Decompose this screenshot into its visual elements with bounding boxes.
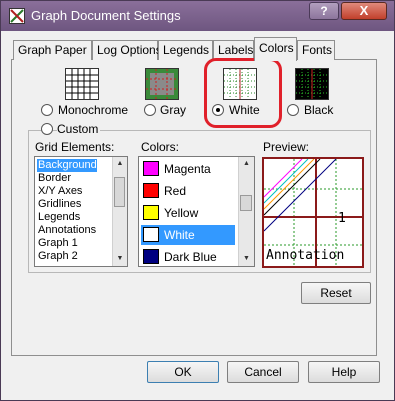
color-swatch [143, 205, 159, 220]
tab-fonts[interactable]: Fonts [297, 40, 335, 60]
grid-elements-scroll-thumb[interactable] [114, 177, 125, 207]
tab-colors[interactable]: Colors [254, 37, 297, 61]
monochrome-radio[interactable] [41, 104, 53, 116]
colors-label: Colors: [141, 140, 180, 154]
grid-element-gridlines[interactable]: Gridlines [37, 198, 81, 211]
cancel-button[interactable]: Cancel [227, 361, 299, 383]
color-item-dark-blue[interactable]: Dark Blue [141, 247, 235, 266]
color-name: Red [164, 184, 187, 198]
colors-list[interactable]: Magenta Red Yellow White Dark Blue ▲ ▼ [138, 156, 255, 267]
black-grid-icon[interactable] [295, 68, 329, 100]
color-name: Yellow [164, 206, 199, 220]
color-swatch [143, 249, 159, 264]
grid-element-graph-1[interactable]: Graph 1 [37, 237, 78, 250]
color-swatch [143, 227, 159, 242]
app-icon [9, 8, 25, 24]
grid-element-annotations[interactable]: Annotations [37, 224, 96, 237]
tab-log-options[interactable]: Log Options [92, 40, 162, 60]
gray-radio-label[interactable]: Gray [160, 103, 186, 117]
monochrome-radio-label[interactable]: Monochrome [58, 103, 128, 117]
color-item-yellow[interactable]: Yellow [141, 203, 235, 223]
title-help-button[interactable]: ? [309, 2, 339, 20]
preview-axis-number: 1 [338, 211, 346, 226]
scroll-down-arrow-icon[interactable]: ▼ [113, 252, 127, 266]
color-item-red[interactable]: Red [141, 181, 235, 201]
grid-element-xy-axes[interactable]: X/Y Axes [37, 185, 82, 198]
help-button[interactable]: Help [308, 361, 380, 383]
preview-pane: 1 Annotation [262, 157, 364, 268]
window-title: Graph Document Settings [31, 8, 181, 23]
color-item-magenta[interactable]: Magenta [141, 159, 235, 179]
title-bar[interactable]: Graph Document Settings ? X [1, 1, 394, 31]
gray-radio[interactable] [144, 104, 156, 116]
black-radio[interactable] [287, 104, 299, 116]
color-swatch [143, 183, 159, 198]
grid-elements-label: Grid Elements: [35, 140, 115, 154]
dialog-window: Graph Document Settings ? X Graph Paper … [0, 0, 395, 401]
white-radio-label[interactable]: White [229, 103, 260, 117]
scroll-up-arrow-icon[interactable]: ▲ [113, 157, 127, 171]
custom-radio[interactable] [41, 123, 53, 135]
color-name: Dark Blue [164, 250, 217, 264]
grid-elements-scrollbar[interactable]: ▲ ▼ [112, 157, 127, 266]
white-radio[interactable] [212, 104, 224, 116]
color-name: White [164, 228, 195, 242]
preview-annotation-text: Annotation [266, 248, 345, 263]
grid-element-background[interactable]: Background [37, 159, 97, 172]
close-button[interactable]: X [341, 2, 387, 20]
grid-element-graph-2[interactable]: Graph 2 [37, 250, 78, 263]
preview-label: Preview: [263, 140, 310, 154]
monochrome-grid-icon[interactable] [65, 68, 99, 100]
colors-scrollbar[interactable]: ▲ ▼ [238, 157, 254, 266]
scroll-down-arrow-icon[interactable]: ▼ [239, 252, 254, 266]
black-radio-label[interactable]: Black [304, 103, 333, 117]
ok-button[interactable]: OK [147, 361, 219, 383]
colors-scroll-thumb[interactable] [240, 195, 252, 211]
color-item-white[interactable]: White [141, 225, 235, 245]
tab-labels[interactable]: Labels [213, 40, 254, 60]
tab-graph-paper[interactable]: Graph Paper [13, 40, 92, 60]
scroll-up-arrow-icon[interactable]: ▲ [239, 157, 254, 171]
selection-highlight-ring [204, 58, 282, 128]
color-name: Magenta [164, 162, 211, 176]
grid-element-border[interactable]: Border [37, 172, 71, 185]
gray-grid-icon[interactable] [145, 68, 179, 100]
color-swatch [143, 161, 159, 176]
reset-button[interactable]: Reset [301, 282, 371, 304]
grid-element-legends[interactable]: Legends [37, 211, 80, 224]
grid-elements-list[interactable]: Background Border X/Y Axes Gridlines Leg… [34, 156, 128, 267]
tab-legends[interactable]: Legends [158, 40, 213, 60]
custom-radio-label[interactable]: Custom [57, 122, 101, 136]
